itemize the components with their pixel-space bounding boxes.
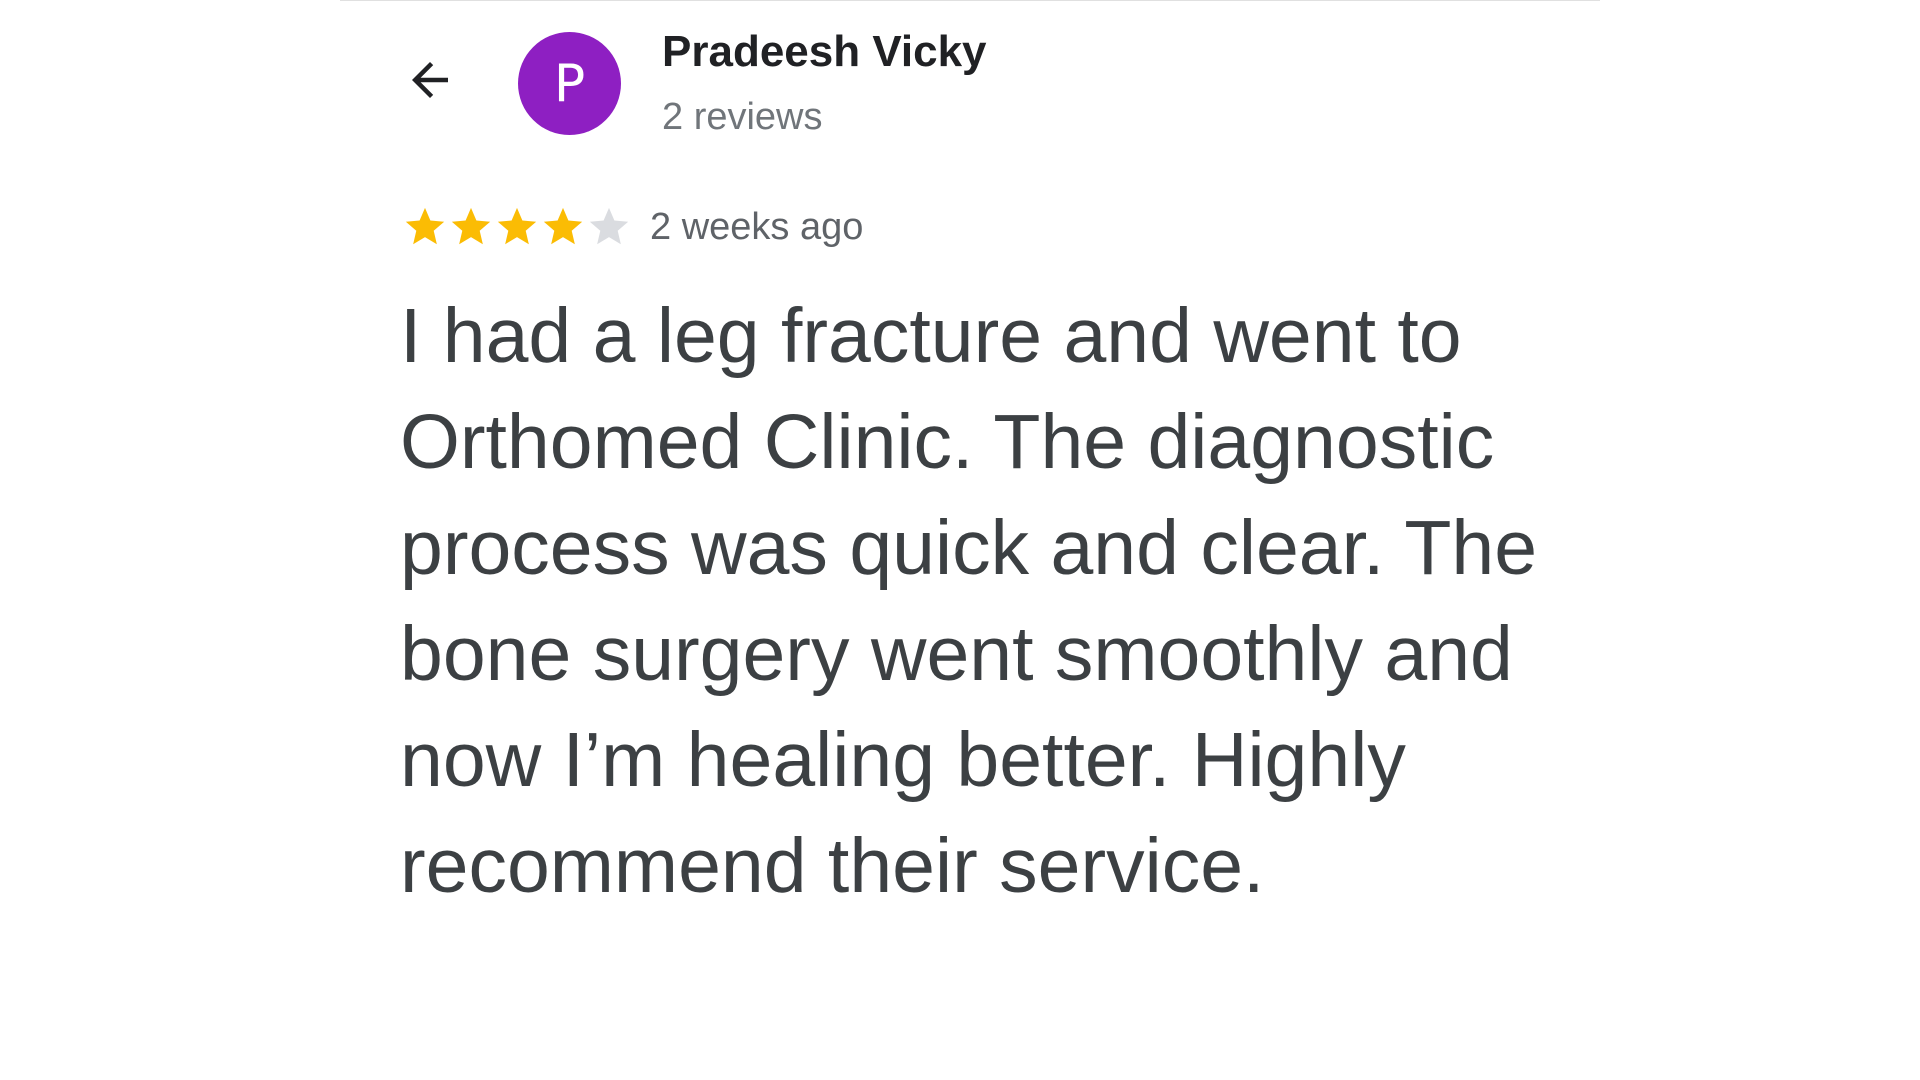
- arrow-left-icon: [412, 62, 448, 98]
- avatar-initial: P: [553, 53, 586, 114]
- reviewer-name[interactable]: Pradeesh Vicky: [662, 27, 987, 77]
- star-empty-icon: [589, 207, 629, 245]
- back-button[interactable]: [400, 50, 460, 110]
- star-filled-icon: [451, 207, 491, 245]
- star-filled-icon: [497, 207, 537, 245]
- review-count[interactable]: 2 reviews: [662, 96, 823, 139]
- star-filled-icon: [543, 207, 583, 245]
- review-time: 2 weeks ago: [650, 205, 864, 248]
- rating-row: 2 weeks ago: [402, 204, 863, 250]
- review-text: I had a leg fracture and went to Orthome…: [400, 293, 1538, 909]
- avatar[interactable]: P: [518, 32, 621, 135]
- star-rating: [402, 204, 632, 250]
- review-card: P Pradeesh Vicky 2 reviews 2 weeks ago I…: [400, 0, 1600, 1080]
- star-filled-icon: [405, 207, 445, 245]
